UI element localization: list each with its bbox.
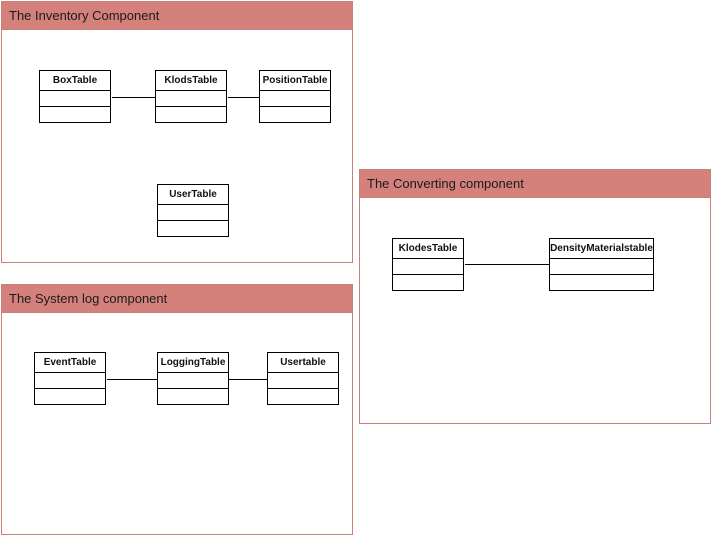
entity-name: LoggingTable: [158, 353, 228, 373]
entity-attributes: [158, 205, 228, 221]
entity-name: Usertable: [268, 353, 338, 373]
connector-box-klods: [112, 97, 156, 98]
entity-eventtable[interactable]: EventTable: [34, 352, 106, 405]
entity-attributes: [260, 91, 330, 107]
entity-operations: [35, 389, 105, 404]
entity-usertable[interactable]: UserTable: [157, 184, 229, 237]
entity-operations: [260, 107, 330, 122]
entity-attributes: [393, 259, 463, 275]
system-log-component-header: The System log component: [2, 285, 352, 313]
connector-logging-user: [229, 379, 267, 380]
entity-attributes: [156, 91, 226, 107]
entity-klodestable[interactable]: KlodesTable: [392, 238, 464, 291]
inventory-component-title: The Inventory Component: [9, 8, 160, 23]
entity-operations: [550, 275, 653, 290]
entity-name: PositionTable: [260, 71, 330, 91]
system-log-component-panel: The System log component EventTable Logg…: [1, 284, 353, 535]
entity-name: BoxTable: [40, 71, 110, 91]
entity-operations: [158, 389, 228, 404]
entity-attributes: [268, 373, 338, 389]
connector-klodes-density: [465, 264, 550, 265]
entity-name: EventTable: [35, 353, 105, 373]
entity-operations: [40, 107, 110, 122]
inventory-component-panel: The Inventory Component BoxTable KlodsTa…: [1, 1, 353, 263]
converting-component-header: The Converting component: [360, 170, 710, 198]
entity-operations: [268, 389, 338, 404]
entity-attributes: [35, 373, 105, 389]
entity-operations: [156, 107, 226, 122]
entity-attributes: [550, 259, 653, 275]
entity-name: KlodesTable: [393, 239, 463, 259]
inventory-component-header: The Inventory Component: [2, 2, 352, 30]
entity-densitymaterialstable[interactable]: DensityMaterialstable: [549, 238, 654, 291]
connector-klods-position: [228, 97, 260, 98]
system-log-component-title: The System log component: [9, 291, 168, 306]
entity-attributes: [158, 373, 228, 389]
entity-attributes: [40, 91, 110, 107]
converting-component-title: The Converting component: [367, 176, 524, 191]
connector-event-logging: [107, 379, 157, 380]
entity-name: KlodsTable: [156, 71, 226, 91]
entity-loggingtable[interactable]: LoggingTable: [157, 352, 229, 405]
entity-boxtable[interactable]: BoxTable: [39, 70, 111, 123]
entity-name: UserTable: [158, 185, 228, 205]
entity-positiontable[interactable]: PositionTable: [259, 70, 331, 123]
entity-name: DensityMaterialstable: [550, 239, 653, 259]
entity-operations: [393, 275, 463, 290]
entity-klodstable[interactable]: KlodsTable: [155, 70, 227, 123]
entity-usertable-log[interactable]: Usertable: [267, 352, 339, 405]
converting-component-panel: The Converting component KlodesTable Den…: [359, 169, 711, 424]
entity-operations: [158, 221, 228, 236]
